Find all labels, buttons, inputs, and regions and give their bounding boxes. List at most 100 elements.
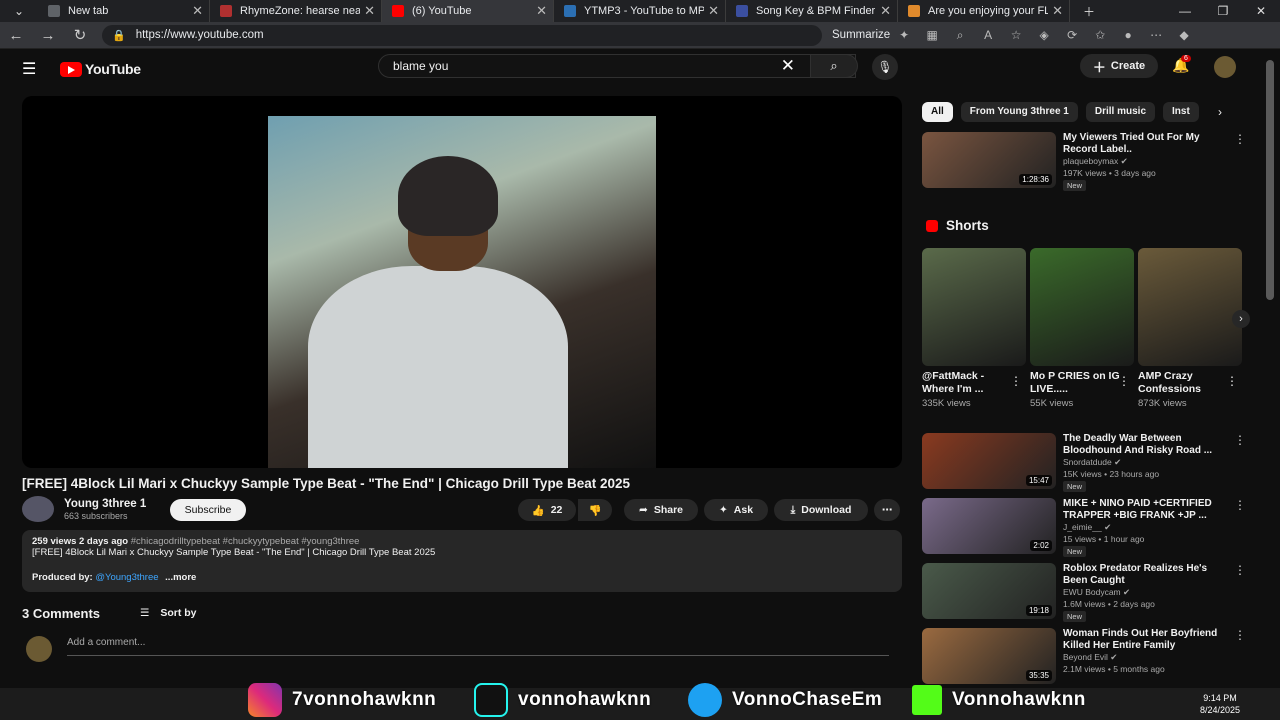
favorite-icon[interactable]: ☆ [1002,28,1030,42]
related-video-channel[interactable]: EWU Bodycam ✔ [1063,587,1130,598]
search-input[interactable]: blame you ✕ [378,54,856,78]
close-tab-icon[interactable]: ✕ [880,3,891,19]
more-vert-icon[interactable]: ⋮ [1226,374,1238,388]
more-vert-icon[interactable]: ⋮ [1234,563,1246,577]
account-avatar[interactable] [1214,56,1236,78]
related-video-title[interactable]: Roblox Predator Realizes He's Been Caugh… [1063,563,1223,587]
related-video[interactable]: 2:02 MIKE + NINO PAID +CERTIFIED TRAPPER … [922,498,1258,557]
description-box[interactable]: 259 views 2 days ago #chicagodrilltypebe… [22,530,902,592]
microphone-icon[interactable]: 🎙 [872,54,898,80]
channel-avatar[interactable] [22,496,54,522]
zoom-icon[interactable]: ⌕ [946,28,974,43]
search-button[interactable]: ⌕ [810,54,858,78]
related-video-title[interactable]: Woman Finds Out Her Boyfriend Killed Her… [1063,628,1223,652]
maximize-icon[interactable]: ❐ [1204,4,1242,18]
related-video-channel[interactable]: Beyond Evil ✔ [1063,652,1117,663]
related-video-title[interactable]: MIKE + NINO PAID +CERTIFIED TRAPPER +BIG… [1063,498,1223,522]
create-button[interactable]: ＋ Create [1080,54,1158,78]
more-link[interactable]: ...more [165,572,196,583]
close-tab-icon[interactable]: ✕ [1052,3,1063,19]
read-aloud-icon[interactable]: A [974,28,1002,42]
video-thumbnail[interactable]: 2:02 [922,498,1056,554]
url-field[interactable]: 🔒 https://www.youtube.com [102,24,822,46]
more-vert-icon[interactable]: ⋮ [1234,628,1246,642]
channel-mention-link[interactable]: @Young3three [95,572,158,583]
browser-tab[interactable]: RhymeZone: hearse near ✕ [210,0,382,22]
video-player[interactable] [22,96,902,468]
related-video-title[interactable]: The Deadly War Between Bloodhound And Ri… [1063,433,1223,457]
copilot-icon[interactable]: ◆ [1170,28,1198,42]
related-video-channel[interactable]: Snordatdude ✔ [1063,457,1121,468]
browser-tab[interactable]: (6) YouTube ✕ [382,0,554,22]
shorts-next-icon[interactable]: › [1232,310,1250,328]
like-button[interactable]: 👍 22 [518,499,576,521]
close-tab-icon[interactable]: ✕ [192,3,203,19]
short-title[interactable]: Mo P CRIES on IG LIVE..... [1030,370,1120,396]
add-comment-input[interactable]: Add a comment... [67,637,889,656]
short-thumbnail[interactable] [1138,248,1242,366]
related-video-channel[interactable]: plaqueboymax ✔ [1063,156,1128,167]
system-clock[interactable]: 9:14 PM 8/24/2025 [1200,692,1240,716]
related-video[interactable]: 15:47 The Deadly War Between Bloodhound A… [922,433,1258,492]
browser-tab[interactable]: New tab ✕ [38,0,210,22]
close-tab-icon[interactable]: ✕ [364,3,375,19]
dislike-button[interactable]: 👎 [578,499,612,521]
scrollbar[interactable] [1266,60,1274,300]
reload-icon[interactable]: ↻ [64,26,96,44]
collections-icon[interactable]: ✩ [1086,28,1114,42]
more-vert-icon[interactable]: ⋮ [1234,498,1246,512]
menu-icon[interactable]: ☰ [22,59,46,79]
description-tags[interactable]: #chicagodrilltypebeat #chuckyytypebeat #… [131,536,360,547]
clear-search-icon[interactable]: ✕ [781,56,795,76]
youtube-play-icon [60,61,82,77]
related-video-title[interactable]: My Viewers Tried Out For My Record Label… [1063,132,1223,156]
short-title[interactable]: AMP Crazy Confessions [1138,370,1228,396]
browser-tab[interactable]: Song Key & BPM Finder | ✕ [726,0,898,22]
youtube-logo[interactable]: YouTube [60,61,141,77]
forward-icon[interactable]: → [32,27,64,44]
tab-actions-icon[interactable]: ⌄ [0,4,38,18]
channel-name[interactable]: Young 3three 1 [64,498,146,510]
ask-button[interactable]: ✦ Ask [704,499,768,521]
minimize-icon[interactable]: — [1166,4,1204,18]
filter-chip[interactable]: All [922,102,953,122]
video-thumbnail[interactable]: 1:28:36 [922,132,1056,188]
related-video[interactable]: 35:35 Woman Finds Out Her Boyfriend Kille… [922,628,1258,686]
browser-tab[interactable]: YTMP3 - YouTube to MP3 ✕ [554,0,726,22]
related-video[interactable]: 19:18 Roblox Predator Realizes He's Been … [922,563,1258,622]
more-vert-icon[interactable]: ⋮ [1234,433,1246,447]
profile-icon[interactable]: ● [1114,28,1142,42]
close-tab-icon[interactable]: ✕ [708,3,719,19]
new-tab-icon[interactable]: ＋ [1070,3,1108,20]
more-icon[interactable]: ⋯ [1142,28,1170,42]
related-video[interactable]: 1:28:36 My Viewers Tried Out For My Recor… [922,132,1258,191]
short-thumbnail[interactable] [922,248,1026,366]
more-vert-icon[interactable]: ⋮ [1234,132,1246,146]
related-video-channel[interactable]: J_eimie__ ✔ [1063,522,1111,533]
short-thumbnail[interactable] [1030,248,1134,366]
subscribe-button[interactable]: Subscribe [170,499,246,521]
sort-by-button[interactable]: ☰ Sort by [140,607,197,619]
close-window-icon[interactable]: ✕ [1242,4,1280,18]
summarize-button[interactable]: Summarize [832,29,890,41]
filter-chip[interactable]: Drill music [1085,102,1156,122]
chevron-right-icon[interactable]: › [1218,105,1222,119]
download-button[interactable]: ⤓ Download [774,499,868,521]
filter-chip[interactable]: Inst [1163,102,1199,122]
more-actions-button[interactable]: ⋯ [874,499,900,521]
app-icon[interactable]: ▦ [918,28,946,42]
more-vert-icon[interactable]: ⋮ [1010,374,1022,388]
share-button[interactable]: ➦ Share [624,499,698,521]
video-thumbnail[interactable]: 19:18 [922,563,1056,619]
sync-icon[interactable]: ⟳ [1058,28,1086,42]
more-vert-icon[interactable]: ⋮ [1118,374,1130,388]
video-thumbnail[interactable]: 35:35 [922,628,1056,684]
browser-tab[interactable]: Are you enjoying your FL ✕ [898,0,1070,22]
short-title[interactable]: @FattMack - Where I'm ... [922,370,1012,396]
sparkle-icon[interactable]: ✦ [890,28,918,42]
back-icon[interactable]: ← [0,27,32,44]
video-thumbnail[interactable]: 15:47 [922,433,1056,489]
close-tab-icon[interactable]: ✕ [536,3,547,19]
filter-chip[interactable]: From Young 3three 1 [960,102,1078,122]
extension-icon[interactable]: ◈ [1030,28,1058,42]
